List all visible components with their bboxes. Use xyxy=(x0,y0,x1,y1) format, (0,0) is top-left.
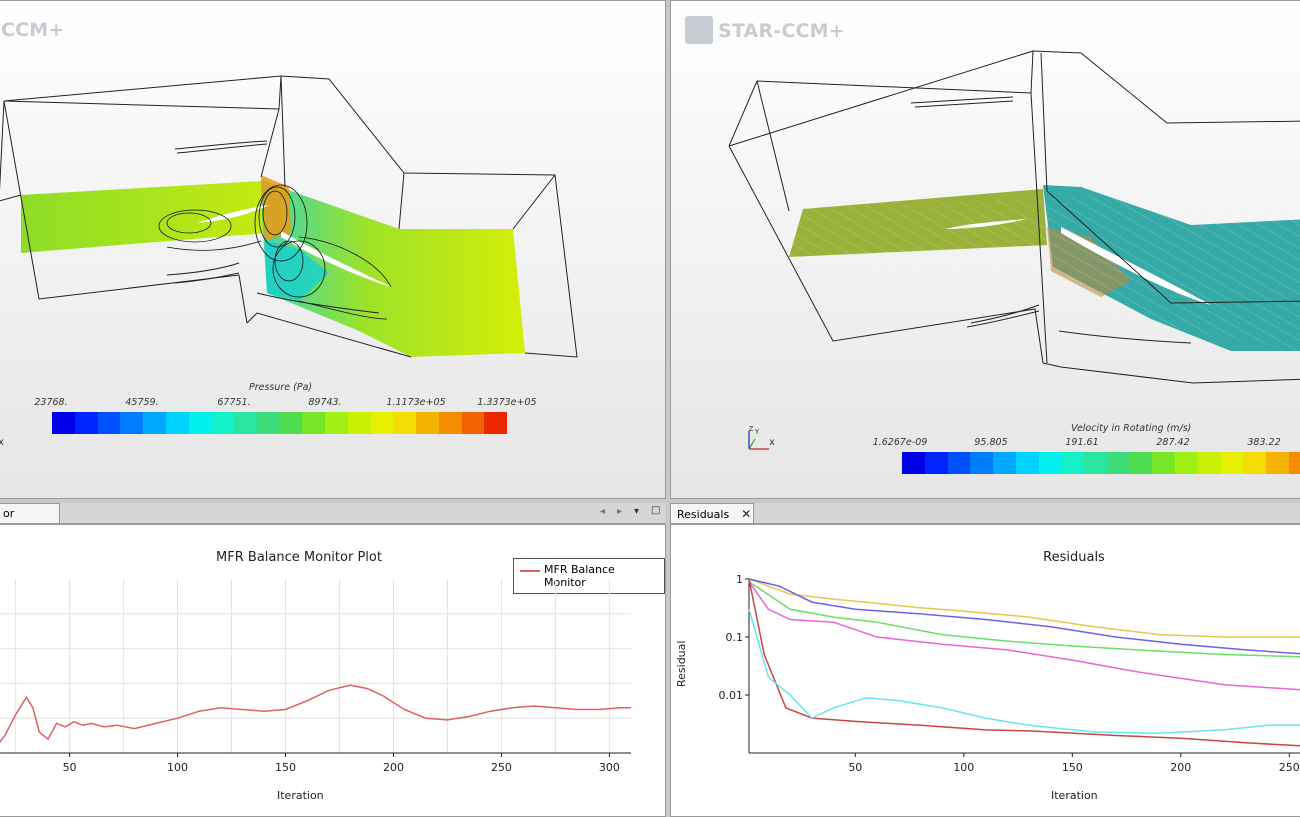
scroll-left-icon[interactable]: ◂ xyxy=(600,506,605,517)
y-tick-label: 0.1 xyxy=(726,631,744,644)
colorbar-segment xyxy=(1061,452,1084,474)
colorbar-segment xyxy=(947,452,971,474)
colorbar-segment xyxy=(461,412,485,434)
residual-series-line xyxy=(748,578,1300,747)
pressure-tick: 23768. xyxy=(34,397,68,408)
tab-label: Residuals xyxy=(677,508,730,521)
velocity-tick: 191.61 xyxy=(1065,437,1099,448)
pressure-tick: 1.1173e+05 xyxy=(386,397,446,408)
colorbar-segment xyxy=(1175,452,1198,474)
colorbar-segment xyxy=(438,412,462,434)
x-tick-label: 50 xyxy=(848,761,862,774)
x-tick-label: 250 xyxy=(1279,761,1300,774)
x-tick-label: 100 xyxy=(167,761,188,774)
colorbar-segment xyxy=(1015,452,1039,474)
colorbar-segment xyxy=(256,412,280,434)
x-tick-label: 100 xyxy=(953,761,974,774)
velocity-scene-view[interactable]: STAR-CCM+ Z Y x Velocity in Rotating (m/… xyxy=(670,0,1300,499)
residual-series-line xyxy=(748,578,1300,638)
colorbar-segment xyxy=(97,412,121,434)
colorbar-segment xyxy=(234,412,257,434)
close-icon[interactable]: ✕ xyxy=(741,507,751,521)
colorbar-segment xyxy=(74,412,98,434)
chevron-down-icon[interactable]: ▾ xyxy=(634,506,639,517)
colorbar-segment xyxy=(484,412,507,434)
colorbar-segment xyxy=(1288,452,1300,474)
colorbar-segment xyxy=(1220,452,1244,474)
pressure-color-bar xyxy=(52,412,507,434)
colorbar-segment xyxy=(1106,452,1130,474)
y-tick-label: 1 xyxy=(736,573,743,586)
colorbar-segment xyxy=(393,412,416,434)
colorbar-segment xyxy=(1266,452,1289,474)
colorbar-segment xyxy=(211,412,234,434)
colorbar-segment xyxy=(993,452,1016,474)
monitor-plot-area: 50 100 150 200 250 300 xyxy=(0,579,631,774)
colorbar-segment xyxy=(970,452,993,474)
maximize-icon[interactable]: □ xyxy=(651,505,660,516)
x-axis-label: Iteration xyxy=(277,789,324,802)
axis-triad-y-label: Y xyxy=(754,428,760,436)
colorbar-segment xyxy=(1129,452,1153,474)
residuals-plot-pane[interactable]: Residuals 1 0.1 0.01 50 100 150 200 250 Iterati… xyxy=(670,524,1300,817)
colorbar-segment xyxy=(302,412,325,434)
monitor-tab-bar: or Plot✕ ◂ ▸ ▾ □ xyxy=(0,503,665,541)
velocity-tick: 95.805 xyxy=(974,437,1008,448)
residual-series-line xyxy=(748,581,1300,658)
x-tick-label: 200 xyxy=(1170,761,1191,774)
colorbar-segment xyxy=(325,412,348,434)
pressure-geometry xyxy=(0,75,578,358)
axis-triad-x-label: x xyxy=(0,437,4,448)
residuals-plot-area: 1 0.1 0.01 50 100 150 200 250 xyxy=(719,573,1300,774)
colorbar-segment xyxy=(1084,452,1107,474)
pressure-tick: 45759. xyxy=(125,397,159,408)
tab-residuals[interactable]: Residuals ✕ xyxy=(670,503,754,523)
colorbar-segment xyxy=(188,412,212,434)
colorbar-segment xyxy=(52,412,75,434)
axis-triad-z-label: Z xyxy=(748,425,754,433)
colorbar-segment xyxy=(416,412,439,434)
colorbar-segment xyxy=(347,412,371,434)
y-tick-label: 0.01 xyxy=(719,689,744,702)
colorbar-segment xyxy=(902,452,925,474)
axis-triad-x-label: x xyxy=(769,437,775,448)
pressure-tick: 67751. xyxy=(217,397,251,408)
colorbar-segment xyxy=(1197,452,1221,474)
velocity-tick: 287.42 xyxy=(1156,437,1190,448)
scroll-right-icon[interactable]: ▸ xyxy=(617,506,622,517)
pressure-tick: 89743. xyxy=(308,397,342,408)
residuals-tab-bar: Residuals ✕ xyxy=(670,503,1300,524)
x-tick-label: 300 xyxy=(599,761,620,774)
velocity-tick: 383.22 xyxy=(1247,437,1281,448)
velocity-tick: 1.6267e-09 xyxy=(872,437,928,448)
x-tick-label: 250 xyxy=(491,761,512,774)
residual-series-line xyxy=(748,609,1300,734)
velocity-geometry xyxy=(728,50,1300,384)
colorbar-segment xyxy=(120,412,143,434)
colorbar-segment xyxy=(924,452,948,474)
colorbar-segment xyxy=(1038,452,1062,474)
colorbar-segment xyxy=(370,412,394,434)
colorbar-segment xyxy=(165,412,189,434)
x-tick-label: 50 xyxy=(63,761,77,774)
monitor-plot-pane[interactable]: MFR Balance Monitor Plot MFR Balance Mon… xyxy=(0,524,666,817)
x-axis-label: Iteration xyxy=(1051,789,1098,802)
colorbar-segment xyxy=(1152,452,1175,474)
colorbar-segment xyxy=(143,412,166,434)
pressure-scene-view[interactable]: CCM+ Pressure (Pa) 23768. 45759. 67751. … xyxy=(0,0,666,499)
pressure-scalar-title: Pressure (Pa) xyxy=(249,382,313,393)
colorbar-segment xyxy=(1243,452,1266,474)
x-tick-label: 200 xyxy=(383,761,404,774)
tab-monitor-plot[interactable]: or Plot✕ xyxy=(0,503,60,541)
colorbar-segment xyxy=(279,412,303,434)
mfr-balance-series-line xyxy=(0,684,631,744)
x-tick-label: 150 xyxy=(1062,761,1083,774)
y-axis-label: Residual xyxy=(675,640,688,687)
velocity-scalar-title: Velocity in Rotating (m/s) xyxy=(1071,423,1192,434)
pressure-tick: 1.3373e+05 xyxy=(477,397,537,408)
velocity-color-bar xyxy=(902,452,1300,474)
x-tick-label: 150 xyxy=(275,761,296,774)
